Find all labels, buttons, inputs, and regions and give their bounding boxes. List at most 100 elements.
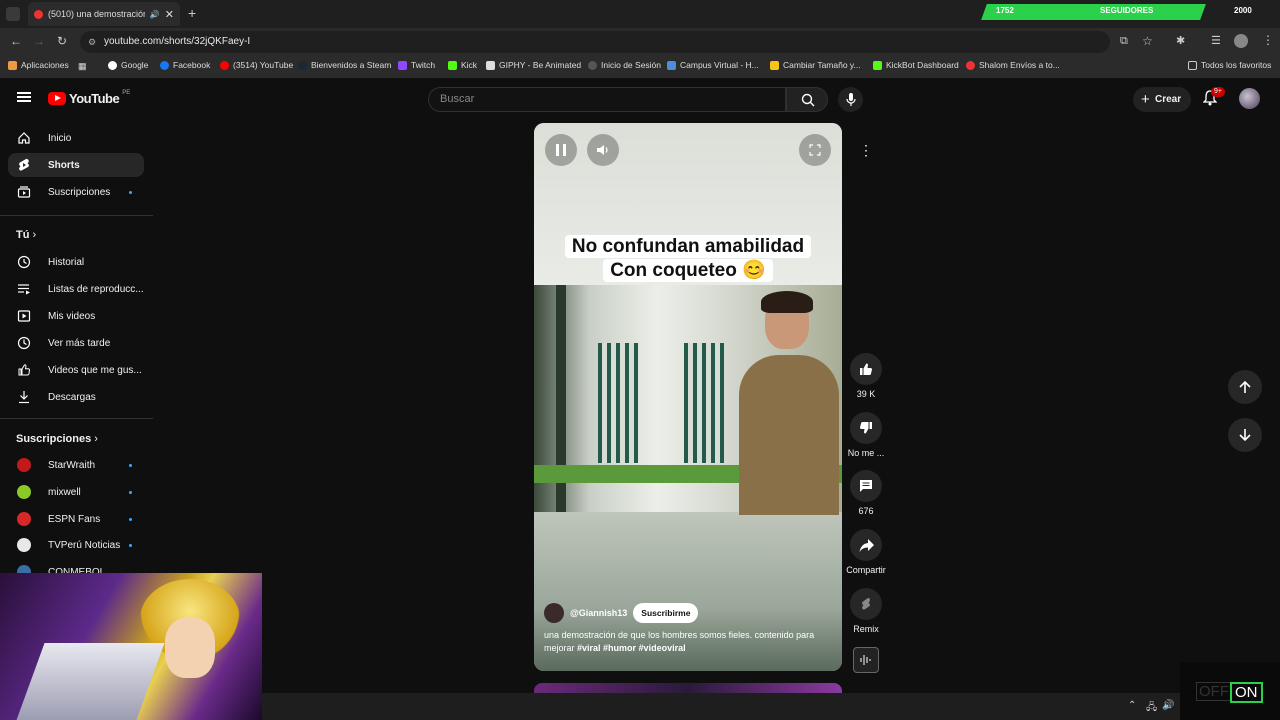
system-tray-chevron-icon[interactable]: ⌃ xyxy=(1128,700,1136,711)
menu-icon[interactable]: ⋮ xyxy=(1262,33,1274,47)
sidebar-item-descargas[interactable]: Descargas xyxy=(8,385,144,409)
apps-grid-icon[interactable]: ▦ xyxy=(78,61,87,72)
remix-action[interactable]: Remix xyxy=(845,588,887,634)
sidebar-item-ver-mas-tarde[interactable]: Ver más tarde xyxy=(8,331,144,355)
previous-short-button[interactable] xyxy=(1228,370,1262,404)
speaker-tray-icon[interactable]: 🔊 xyxy=(1162,700,1174,711)
url-field[interactable]: ⚙ youtube.com/shorts/32jQKFaey-I xyxy=(80,31,1110,53)
bookmark-item[interactable]: Facebook xyxy=(160,60,210,70)
sidebar-divider xyxy=(0,215,153,216)
like-count: 39 K xyxy=(856,389,876,399)
sidebar-channel-tvperu[interactable]: TVPerú Noticias xyxy=(8,533,144,557)
hamburger-menu-icon[interactable] xyxy=(17,92,31,102)
sidebar-channel-starwraith[interactable]: StarWraith xyxy=(8,453,144,477)
sidebar-item-shorts[interactable]: Shorts xyxy=(8,153,144,177)
follower-current: 1752 xyxy=(996,6,1014,15)
next-short-button[interactable] xyxy=(1228,418,1262,452)
youtube-play-logo-icon xyxy=(48,92,66,105)
extensions-icon[interactable]: ✱ xyxy=(1176,34,1185,47)
network-icon[interactable]: 🖧 xyxy=(1146,700,1157,717)
bookmark-item[interactable]: Campus Virtual - H... xyxy=(667,60,759,70)
new-content-dot xyxy=(129,517,132,521)
all-bookmarks-folder[interactable]: Todos los favoritos xyxy=(1188,60,1271,70)
comment-icon xyxy=(860,480,872,492)
stream-onoff-overlay: OFF ON xyxy=(1180,662,1280,720)
bookmark-item[interactable]: Shalom Envíos a to... xyxy=(966,60,1060,70)
sidebar-item-mis-videos[interactable]: Mis videos xyxy=(8,304,144,328)
create-button[interactable]: + Crear xyxy=(1133,87,1191,112)
liked-icon xyxy=(18,364,31,376)
youtube-favicon-icon xyxy=(34,9,43,19)
share-action[interactable]: Compartir xyxy=(845,529,887,575)
more-options-icon[interactable]: ⋮ xyxy=(850,134,882,166)
profile-avatar[interactable] xyxy=(1234,34,1248,48)
bookmark-star-icon[interactable]: ☆ xyxy=(1142,34,1153,48)
sidebar-item-listas[interactable]: Listas de reproducc... xyxy=(8,277,144,301)
bookmark-item[interactable]: Inicio de Sesión xyxy=(588,60,661,70)
voice-search-button[interactable] xyxy=(838,87,863,112)
sidebar-heading-you[interactable]: Tú › xyxy=(16,229,36,241)
sidebar-item-historial[interactable]: Historial xyxy=(8,250,144,274)
on-indicator: ON xyxy=(1230,682,1263,703)
sidebar-channel-mixwell[interactable]: mixwell xyxy=(8,480,144,504)
install-icon[interactable]: ⧉ xyxy=(1120,35,1128,48)
search-input[interactable]: Buscar xyxy=(428,87,786,112)
bookmark-item[interactable]: Twitch xyxy=(398,60,435,70)
bookmark-item[interactable]: KickBot Dashboard xyxy=(873,60,959,70)
bookmark-item[interactable]: Bienvenidos a Steam xyxy=(298,60,391,70)
tab-list-button[interactable] xyxy=(6,7,20,21)
bookmark-item[interactable]: Google xyxy=(108,60,148,70)
bookmark-item[interactable]: Aplicaciones xyxy=(8,60,69,70)
volume-button[interactable] xyxy=(587,134,619,166)
browser-tab[interactable]: (5010) una demostración de 🔊 ✕ xyxy=(28,2,180,26)
like-button[interactable] xyxy=(850,353,882,385)
youtube-logo[interactable]: YouTube PE xyxy=(48,90,130,106)
comments-button[interactable] xyxy=(850,470,882,502)
share-button[interactable] xyxy=(850,529,882,561)
like-action[interactable]: 39 K xyxy=(845,353,887,399)
hashtags[interactable]: #viral #humor #videoviral xyxy=(577,643,686,653)
reload-icon[interactable]: ↻ xyxy=(57,34,67,48)
sidebar-item-suscripciones[interactable]: Suscripciones xyxy=(8,180,144,204)
my-videos-icon xyxy=(17,310,31,322)
search-icon xyxy=(801,93,815,107)
sidebar-heading-subscriptions[interactable]: Suscripciones › xyxy=(16,433,98,445)
new-content-dot xyxy=(129,463,132,467)
bookmark-item[interactable]: Kick xyxy=(448,60,477,70)
account-avatar[interactable] xyxy=(1239,88,1260,109)
short-video-player[interactable]: No confundan amabilidad Con coqueteo 😊 @G… xyxy=(534,123,842,671)
sidebar-item-inicio[interactable]: Inicio xyxy=(8,126,144,150)
subscriptions-icon xyxy=(17,186,31,198)
bookmark-item[interactable]: GIPHY - Be Animated xyxy=(486,60,581,70)
tab-close-icon[interactable]: ✕ xyxy=(165,8,174,21)
site-info-icon[interactable]: ⚙ xyxy=(88,31,96,53)
new-tab-icon[interactable]: + xyxy=(188,5,196,21)
bookmark-item[interactable]: Cambiar Tamaño y... xyxy=(770,60,861,70)
bookmark-item[interactable]: (3514) YouTube xyxy=(220,60,293,70)
search-button[interactable] xyxy=(786,87,828,112)
remix-button[interactable] xyxy=(850,588,882,620)
subscribe-button[interactable]: Suscribirme xyxy=(633,603,699,623)
pause-button[interactable] xyxy=(545,134,577,166)
tab-title: (5010) una demostración de xyxy=(48,9,145,19)
bookmarks-bar: Aplicaciones ▦ Google Facebook (3514) Yo… xyxy=(0,56,1280,78)
history-icon xyxy=(17,255,31,269)
sound-thumbnail[interactable] xyxy=(853,647,879,673)
next-short-preview[interactable] xyxy=(534,683,842,693)
channel-name[interactable]: @Giannish13 xyxy=(570,608,627,618)
comments-action[interactable]: 676 xyxy=(845,470,887,516)
fullscreen-button[interactable] xyxy=(799,134,831,166)
dislike-action[interactable]: No me ... xyxy=(845,412,887,458)
chevron-right-icon: › xyxy=(32,229,37,241)
dislike-button[interactable] xyxy=(850,412,882,444)
anime-face xyxy=(165,618,215,678)
media-icon[interactable]: ☰ xyxy=(1211,34,1221,47)
notifications-button[interactable]: 9+ xyxy=(1202,87,1225,111)
back-icon[interactable]: ← xyxy=(10,34,22,48)
speaker-icon[interactable]: 🔊 xyxy=(150,10,160,19)
sidebar-item-videos-gustan[interactable]: Videos que me gus... xyxy=(8,358,144,382)
forward-icon[interactable]: → xyxy=(33,34,45,48)
channel-avatar[interactable] xyxy=(544,603,564,623)
pause-icon xyxy=(556,144,559,156)
sidebar-channel-espn-fans[interactable]: ESPN Fans xyxy=(8,507,144,531)
